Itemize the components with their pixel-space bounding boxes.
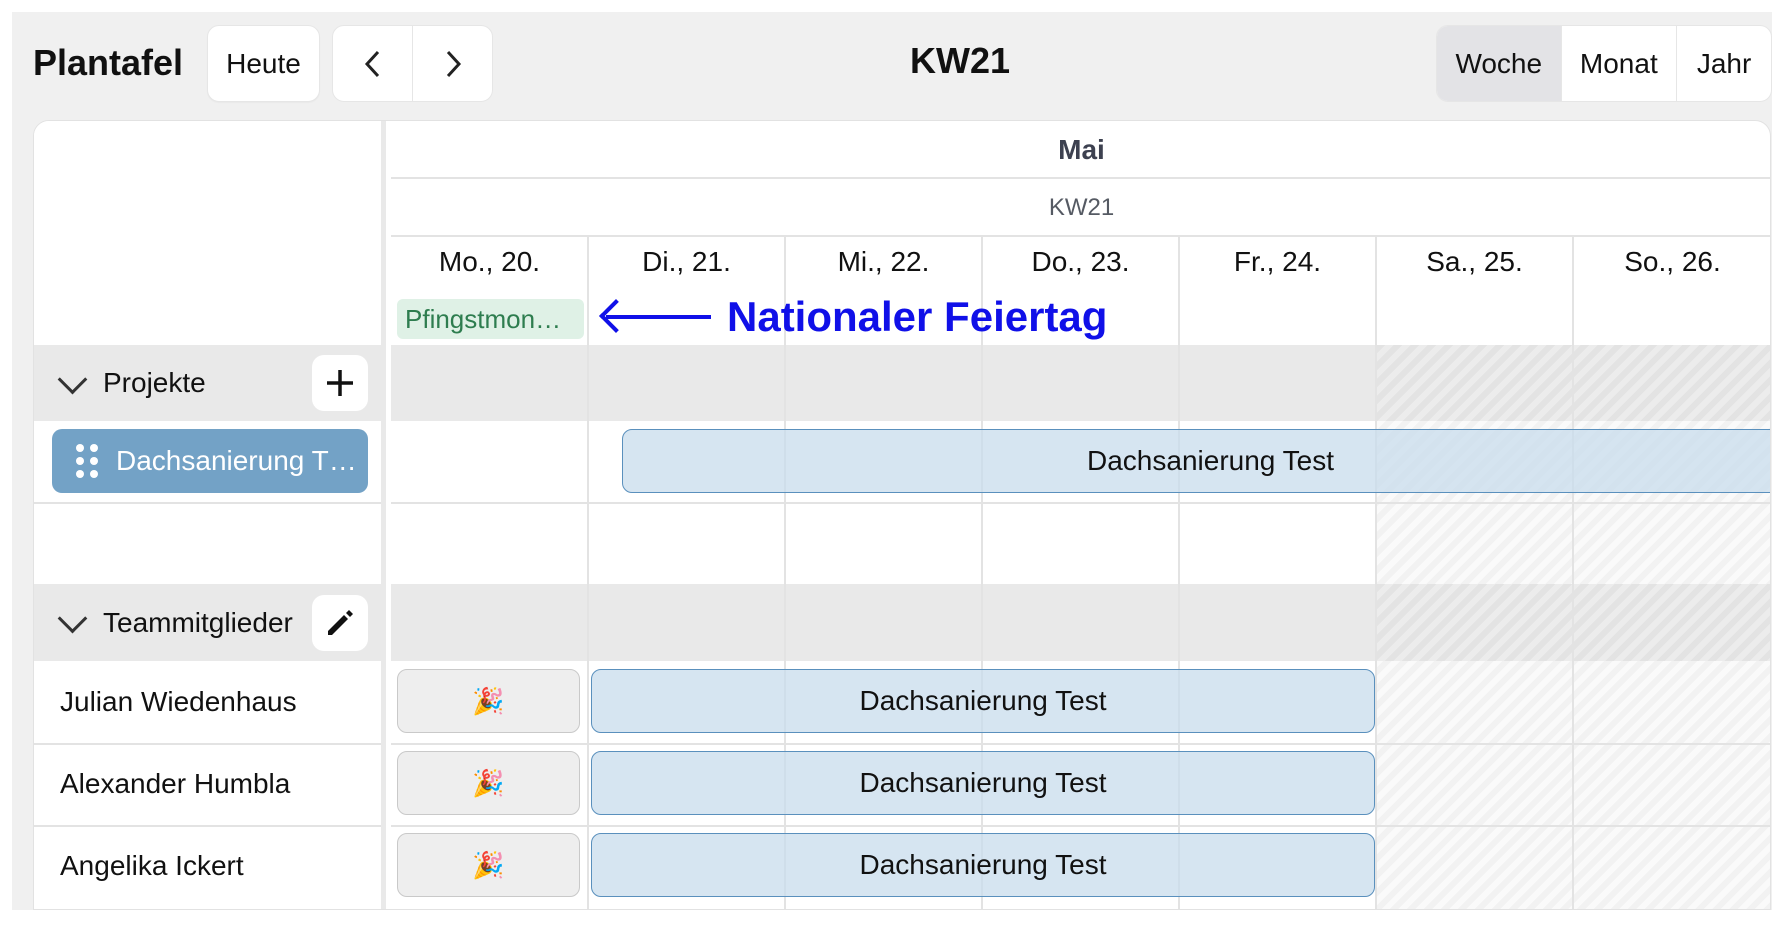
edit-team-button[interactable] [312, 595, 368, 651]
assignment-bar[interactable]: Dachsanierung Test [591, 751, 1375, 815]
add-project-button[interactable] [312, 355, 368, 411]
weekend-section-band [1377, 345, 1770, 421]
pencil-icon [328, 610, 353, 635]
assignment-bar[interactable]: Dachsanierung Test [591, 669, 1375, 733]
chevron-down-icon[interactable] [57, 364, 88, 394]
team-member-row-label: Alexander Humbla [60, 768, 291, 799]
day-header: Mi., 22. [837, 246, 930, 277]
project-bar-label: Dachsanierung Test [1087, 445, 1334, 476]
week-header: KW21 [1048, 194, 1115, 221]
team-section-header: Teammitglieder [34, 584, 381, 661]
view-week-button[interactable]: Woche [1437, 26, 1561, 101]
weekend-section-band [1377, 584, 1770, 661]
view-switcher: Woche Monat Jahr [1436, 25, 1772, 102]
team-section-label: Teammitglieder [103, 606, 293, 638]
row-labels-column: Projekte Dachsanierung T… Teammitglieder [34, 121, 386, 909]
holiday-cell: 🎉 [397, 833, 580, 897]
project-chip-label: Dachsanierung T… [116, 445, 357, 476]
day-header: Mo., 20. [438, 246, 541, 277]
day-header: Di., 21. [642, 246, 731, 277]
planning-board: Projekte Dachsanierung T… Teammitglieder [33, 120, 1771, 910]
calendar-grid: Mai KW21 Mo., 20. Di., 21. Mi., 22. Do.,… [391, 121, 1770, 909]
team-member-row-label: Julian Wiedenhaus [60, 686, 297, 717]
view-month-button[interactable]: Monat [1560, 26, 1677, 101]
day-header: Fr., 24. [1233, 246, 1322, 277]
day-header: Sa., 25. [1426, 246, 1523, 277]
chevron-down-icon[interactable] [57, 603, 88, 634]
holiday-cell: 🎉 [397, 751, 580, 815]
assignment-bar[interactable]: Dachsanierung Test [591, 833, 1375, 897]
today-button[interactable]: Heute [207, 25, 320, 102]
day-header: So., 26. [1624, 246, 1721, 277]
week-navigation [332, 25, 493, 102]
holiday-annotation-text: Nationaler Feiertag [727, 293, 1108, 340]
holiday-tag[interactable]: Pfingstmon… [397, 299, 584, 339]
view-year-button[interactable]: Jahr [1676, 26, 1771, 101]
next-week-button[interactable] [412, 26, 492, 101]
projects-section-label: Projekte [103, 367, 206, 398]
prev-week-button[interactable] [333, 26, 412, 101]
project-chip[interactable]: Dachsanierung T… [52, 429, 368, 493]
month-header: Mai [1058, 134, 1105, 165]
page-title: Plantafel [33, 42, 184, 83]
chevron-left-icon [364, 50, 379, 77]
holiday-cell: 🎉 [397, 669, 580, 733]
project-timeline-bar[interactable]: Dachsanierung Test [622, 429, 1770, 493]
day-header: Do., 23. [1031, 246, 1130, 277]
projects-section-header: Projekte [34, 345, 381, 421]
team-member-row-label: Angelika Ickert [60, 850, 244, 881]
drag-handle-icon[interactable] [76, 444, 98, 478]
holiday-annotation: Nationaler Feiertag [606, 293, 1107, 341]
current-week-title: KW21 [909, 40, 1011, 81]
team-section-band [391, 584, 1377, 661]
chevron-right-icon [446, 50, 461, 77]
plus-icon [327, 370, 353, 396]
projects-section-band [391, 345, 1377, 421]
arrow-left-icon [606, 315, 711, 319]
